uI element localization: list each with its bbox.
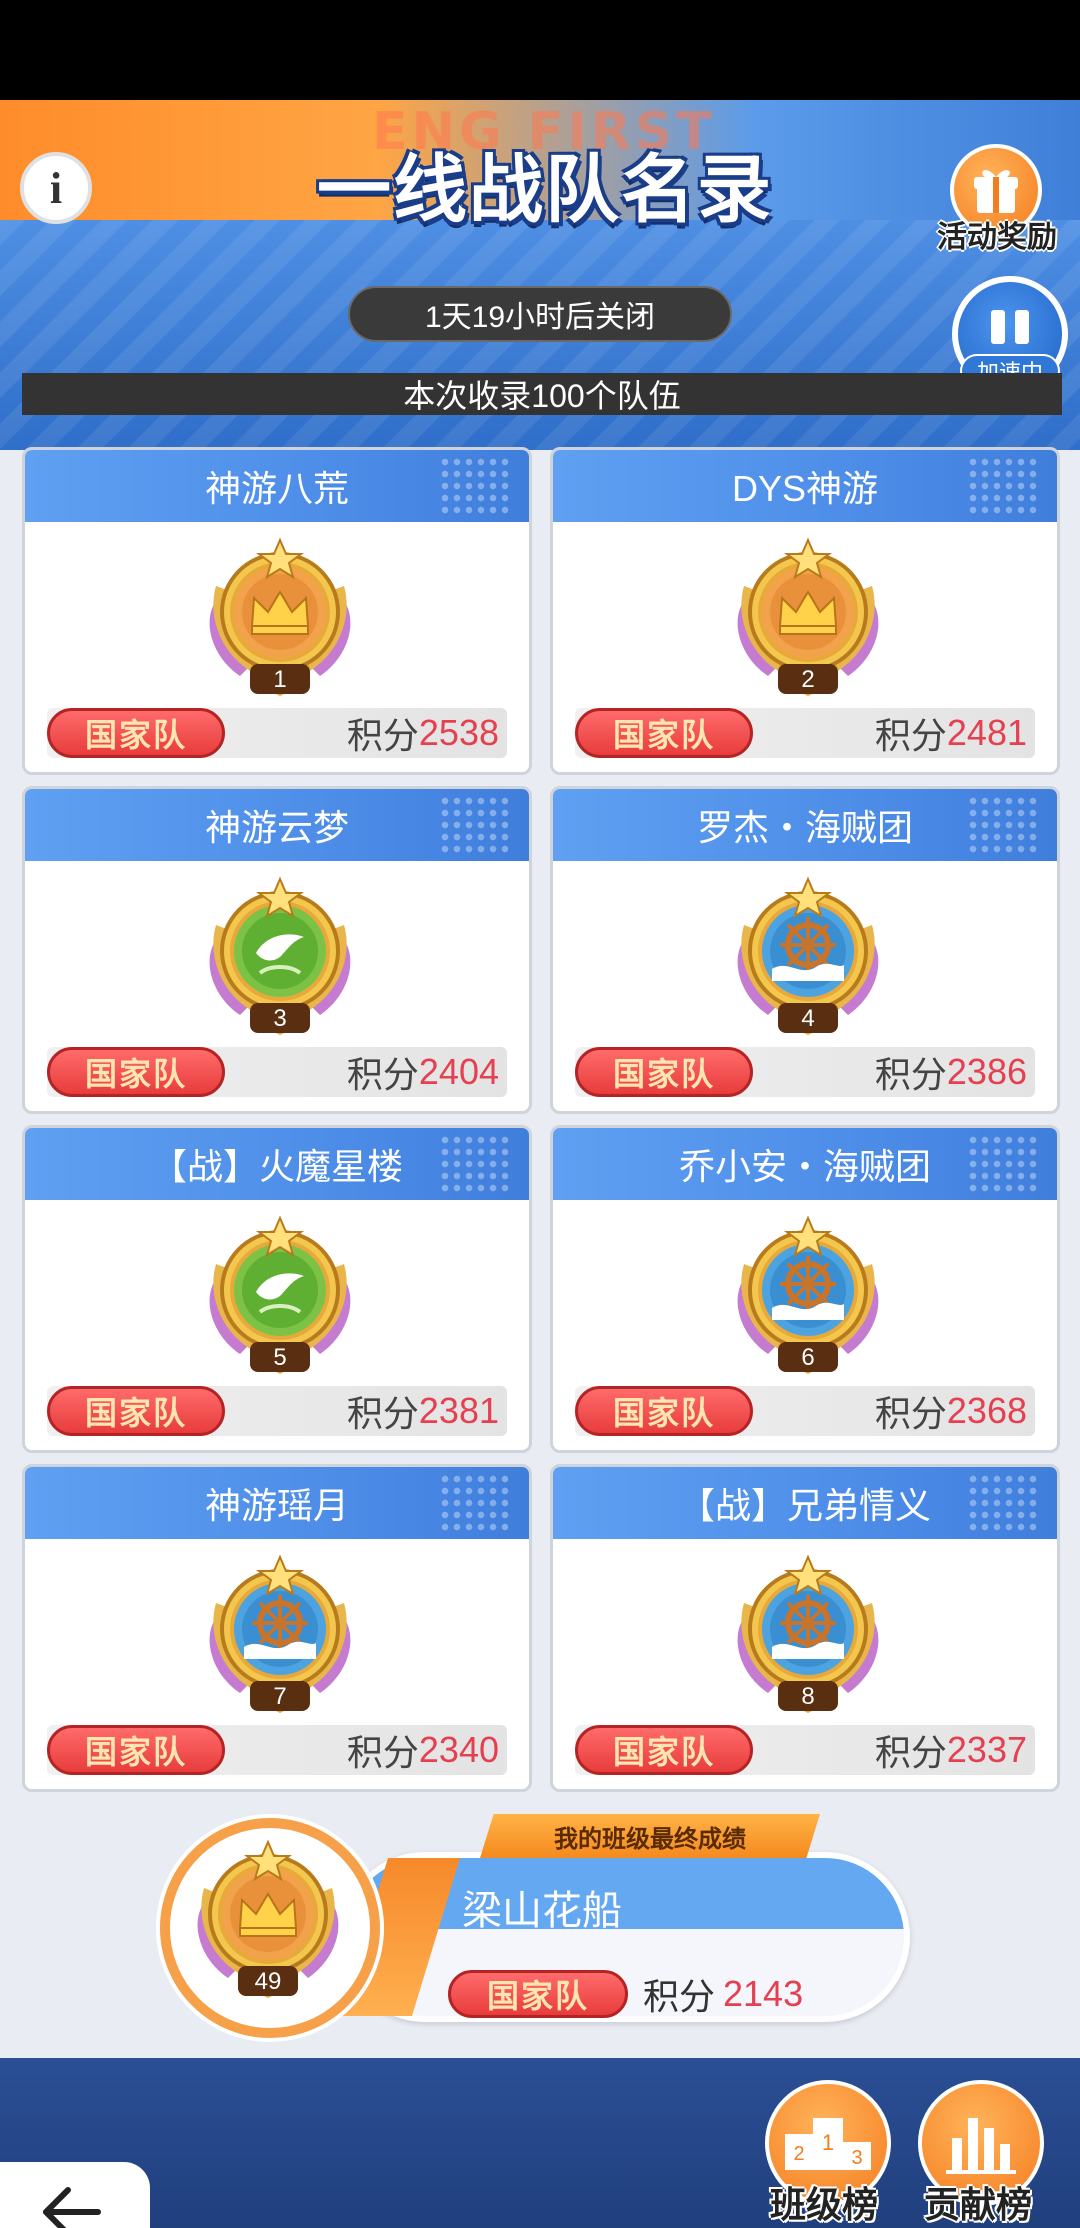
- page-title: 一线战队名录: [317, 147, 773, 233]
- pause-icon: [991, 310, 1029, 344]
- team-name: 【战】兄弟情义: [553, 1467, 1057, 1539]
- rank-number: 2: [801, 666, 814, 693]
- my-team-name: 梁山花船: [462, 1889, 622, 1933]
- svg-text:1: 1: [822, 2130, 834, 2155]
- team-card[interactable]: 神游瑶月 7 国家队 积分 2340: [22, 1464, 532, 1792]
- rank-number: 3: [273, 1005, 286, 1032]
- score-value: 2337: [946, 1729, 1027, 1770]
- team-score: 积分 2538: [347, 708, 499, 758]
- score-label: 积分: [874, 1732, 947, 1773]
- team-tag: 国家队: [47, 1725, 225, 1775]
- rank-number: 8: [801, 1683, 814, 1710]
- team-tag: 国家队: [47, 708, 225, 758]
- score-label: 积分: [346, 1054, 419, 1095]
- my-score-label: 积分: [643, 1976, 716, 2017]
- score-value: 2481: [946, 712, 1027, 753]
- team-card[interactable]: 【战】火魔星楼 5 国家队 积分 2381: [22, 1125, 532, 1453]
- team-tag: 国家队: [575, 1386, 753, 1436]
- team-score: 积分 2404: [347, 1047, 499, 1097]
- team-score: 积分 2381: [347, 1386, 499, 1436]
- team-card[interactable]: DYS神游 2 国家队 积分 2481: [550, 447, 1060, 775]
- score-label: 积分: [346, 1393, 419, 1434]
- team-badge: 7: [180, 1543, 380, 1723]
- team-name: 乔小安・海贼团: [553, 1128, 1057, 1200]
- collection-banner: 本次收录100个队伍: [22, 373, 1062, 415]
- team-score: 积分 2386: [875, 1047, 1027, 1097]
- team-score: 积分 2481: [875, 708, 1027, 758]
- back-button[interactable]: 返回: [0, 2162, 150, 2228]
- helm-badge-icon: 6: [737, 1215, 879, 1374]
- crown-badge-icon: 1: [209, 537, 351, 696]
- team-score: 积分 2340: [347, 1725, 499, 1775]
- score-label: 积分: [346, 715, 419, 756]
- dove-badge-icon: 5: [209, 1215, 351, 1374]
- team-tag: 国家队: [47, 1047, 225, 1097]
- team-tag: 国家队: [575, 1047, 753, 1097]
- event-panel: ENG FIRST 一线战队名录 i 活动奖励 1天19小时后关闭 加速中 本次…: [0, 100, 1080, 2228]
- team-score: 积分 2337: [875, 1725, 1027, 1775]
- dove-badge-icon: 3: [209, 876, 351, 1035]
- score-label: 积分: [874, 1054, 947, 1095]
- rank-number: 4: [801, 1005, 814, 1032]
- my-team-badge: 49: [168, 1828, 372, 2008]
- team-name: DYS神游: [553, 450, 1057, 522]
- contribution-label: 贡献榜: [924, 2184, 1033, 2225]
- team-name: 罗杰・海贼团: [553, 789, 1057, 861]
- screen: ENG FIRST 一线战队名录 i 活动奖励 1天19小时后关闭 加速中 本次…: [0, 0, 1080, 2228]
- gift-icon: [974, 170, 1018, 213]
- team-name: 神游瑶月: [25, 1467, 529, 1539]
- team-card[interactable]: 【战】兄弟情义 8 国家队 积分 2337: [550, 1464, 1060, 1792]
- team-card[interactable]: 乔小安・海贼团 6 国家队 积分 2368: [550, 1125, 1060, 1453]
- score-label: 积分: [874, 1393, 947, 1434]
- score-value: 2404: [418, 1051, 499, 1092]
- team-badge: 4: [708, 865, 908, 1045]
- helm-badge-icon: 7: [209, 1554, 351, 1713]
- countdown-timer: 1天19小时后关闭: [348, 286, 732, 342]
- info-icon: i: [49, 163, 63, 213]
- my-team-score: 积分 2143: [643, 1970, 803, 2018]
- back-arrow-icon: [43, 2187, 101, 2228]
- team-score: 积分 2368: [875, 1386, 1027, 1436]
- team-badge: 1: [180, 526, 380, 706]
- rank-number: 1: [273, 666, 286, 693]
- team-name: 神游八荒: [25, 450, 529, 522]
- rank-number: 7: [273, 1683, 286, 1710]
- score-value: 2340: [418, 1729, 499, 1770]
- class-rank-label: 班级榜: [770, 2184, 879, 2225]
- crown-badge-icon: 49: [197, 1839, 339, 1998]
- info-button[interactable]: i: [20, 152, 92, 224]
- score-value: 2368: [946, 1390, 1027, 1431]
- team-card[interactable]: 罗杰・海贼团 4 国家队 积分 2386: [550, 786, 1060, 1114]
- svg-text:3: 3: [851, 2147, 862, 2169]
- team-tag: 国家队: [575, 708, 753, 758]
- team-tag: 国家队: [575, 1725, 753, 1775]
- helm-badge-icon: 8: [737, 1554, 879, 1713]
- score-value: 2538: [418, 712, 499, 753]
- team-card[interactable]: 神游云梦 3 国家队 积分 2404: [22, 786, 532, 1114]
- score-label: 积分: [346, 1732, 419, 1773]
- team-badge: 8: [708, 1543, 908, 1723]
- score-value: 2381: [418, 1390, 499, 1431]
- team-badge: 2: [708, 526, 908, 706]
- team-name: 【战】火魔星楼: [25, 1128, 529, 1200]
- team-badge: 3: [180, 865, 380, 1045]
- helm-badge-icon: 4: [737, 876, 879, 1035]
- rank-number: 6: [801, 1344, 814, 1371]
- svg-text:2: 2: [793, 2143, 804, 2165]
- score-value: 2386: [946, 1051, 1027, 1092]
- reward-label: 活动奖励: [937, 221, 1057, 254]
- rank-number: 49: [255, 1968, 282, 1995]
- my-team-tag: 国家队: [448, 1970, 628, 2018]
- my-team-ribbon: 我的班级最终成绩: [480, 1814, 820, 1858]
- team-card[interactable]: 神游八荒 1 国家队 积分 2538: [22, 447, 532, 775]
- my-score-value: 2143: [723, 1973, 804, 2014]
- team-badge: 6: [708, 1204, 908, 1384]
- score-label: 积分: [874, 715, 947, 756]
- team-name: 神游云梦: [25, 789, 529, 861]
- rank-number: 5: [273, 1344, 286, 1371]
- crown-badge-icon: 2: [737, 537, 879, 696]
- team-tag: 国家队: [47, 1386, 225, 1436]
- team-badge: 5: [180, 1204, 380, 1384]
